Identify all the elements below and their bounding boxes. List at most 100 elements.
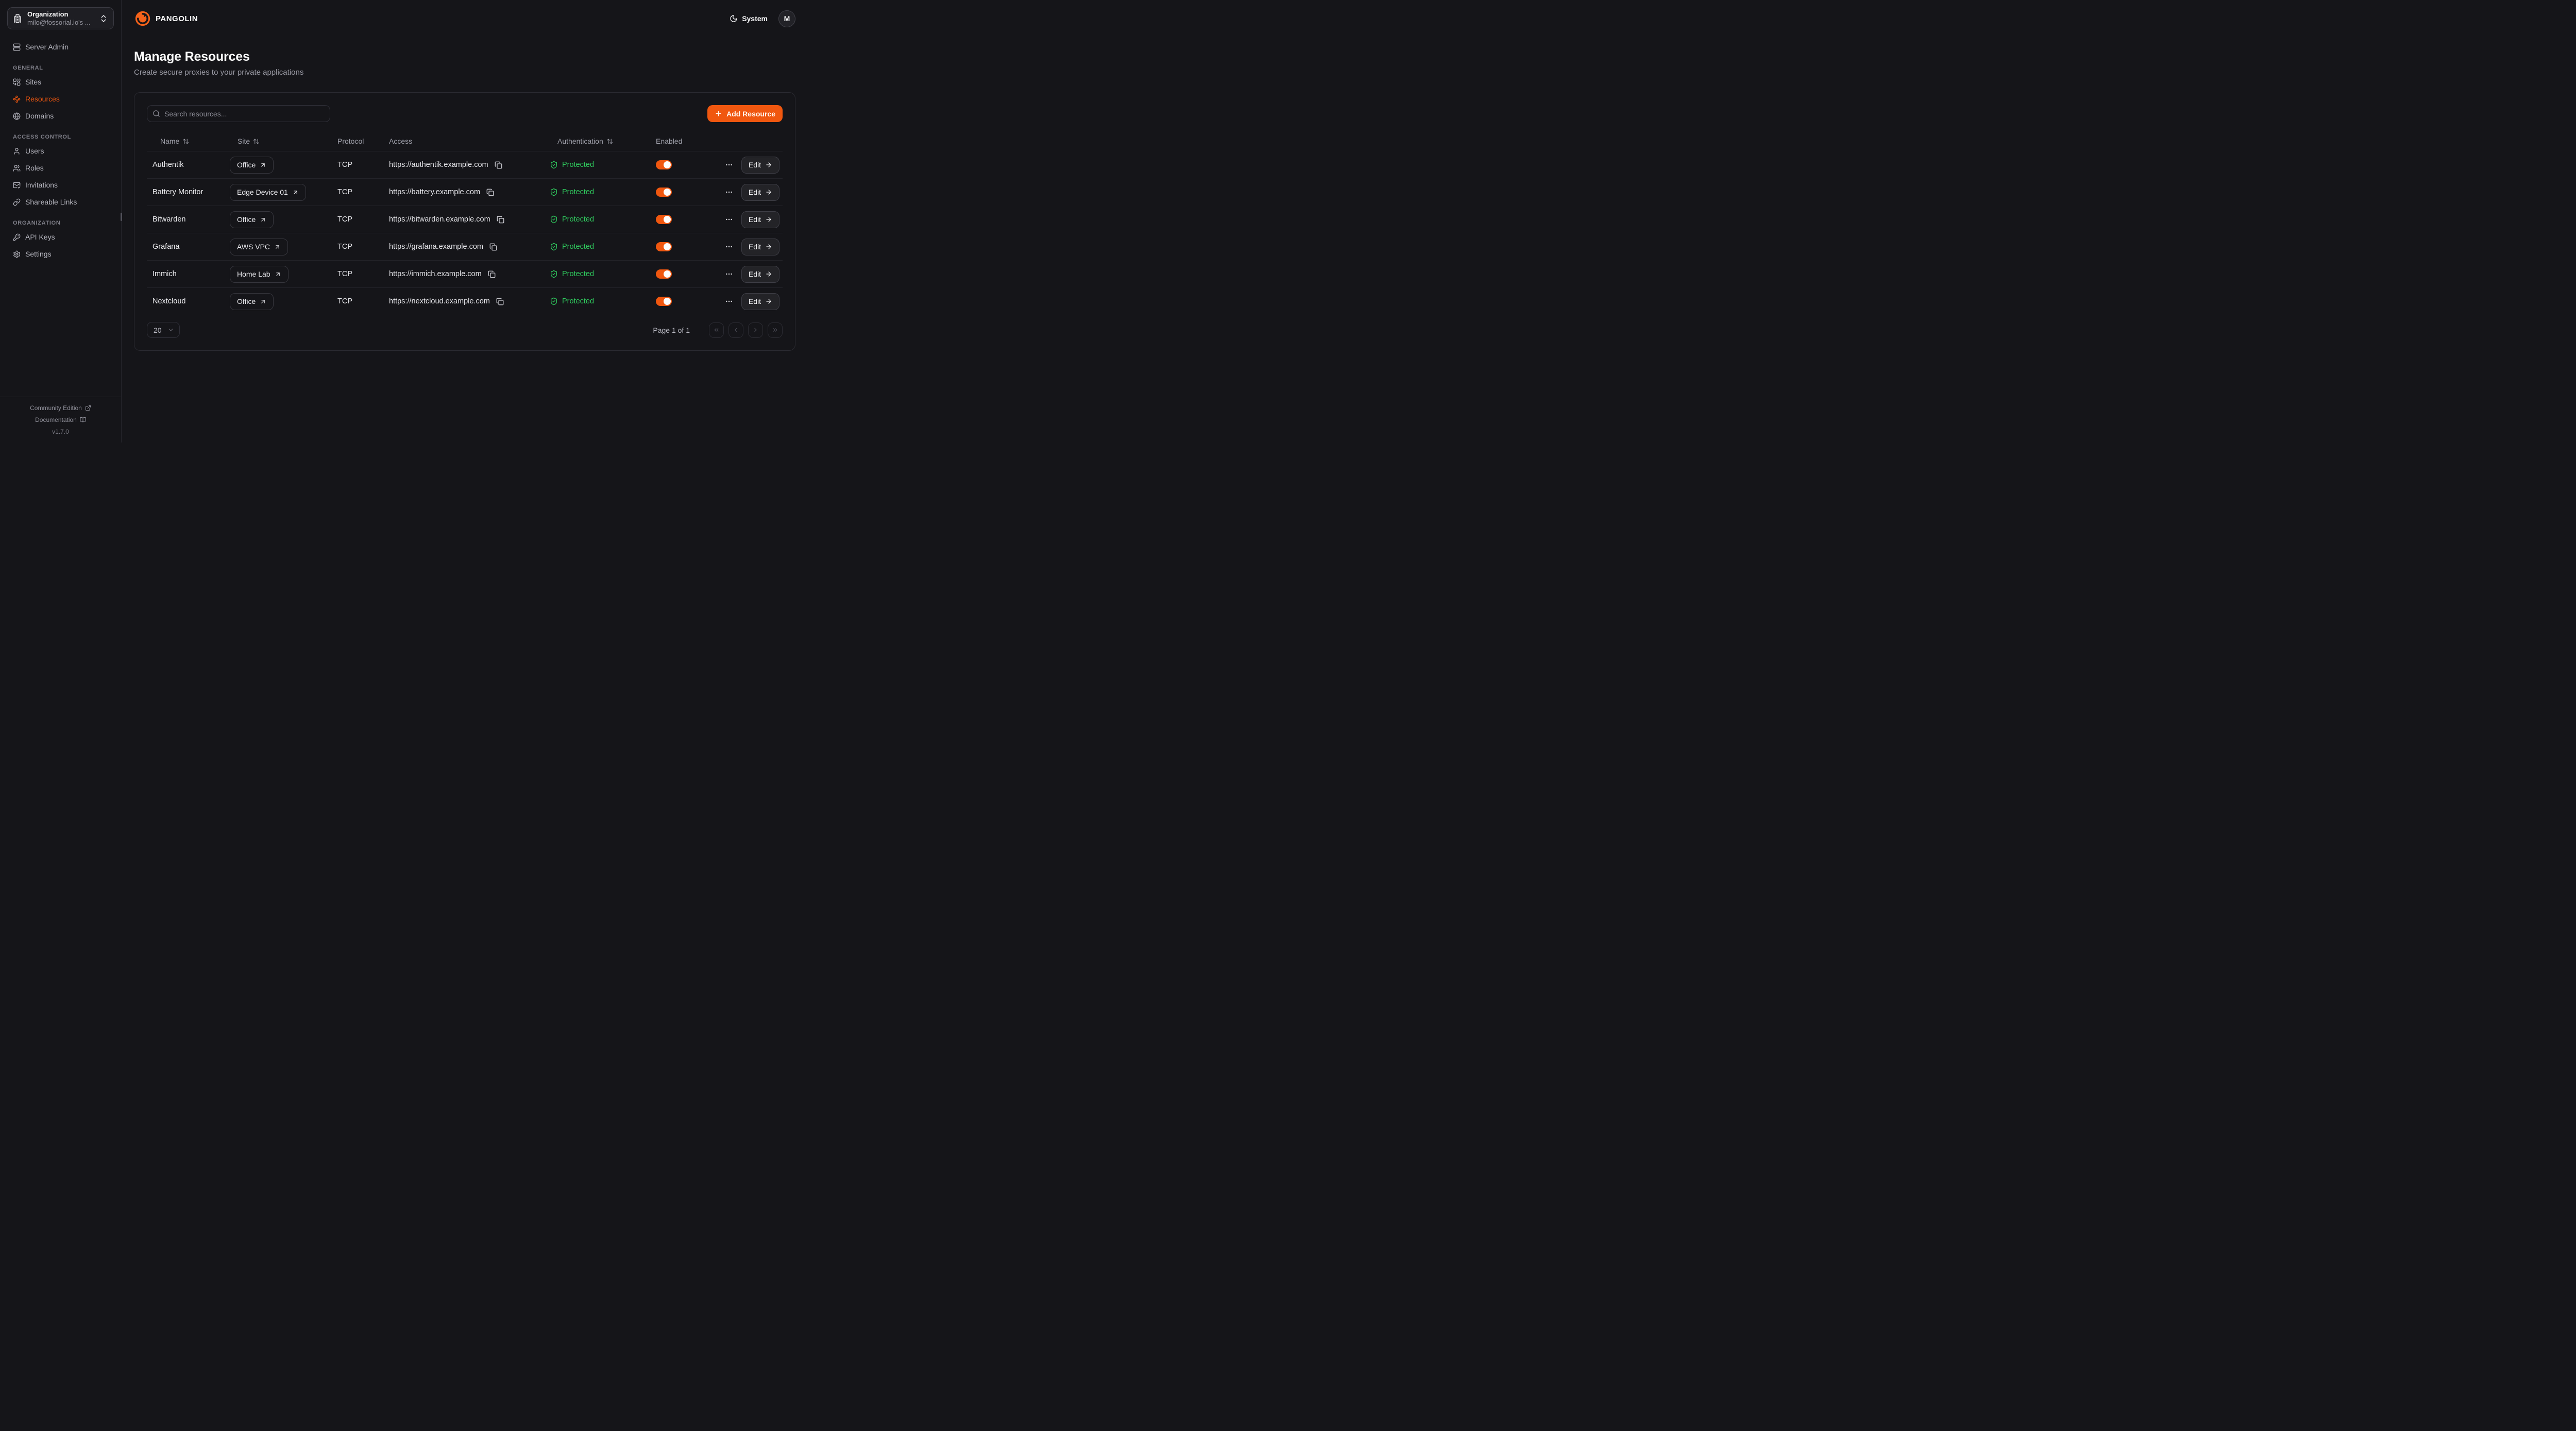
next-page-button[interactable] [748,322,763,338]
enabled-cell [650,188,717,197]
table-row-bitwarden: BitwardenOfficeTCPhttps://bitwarden.exam… [147,206,783,233]
enabled-toggle[interactable] [656,215,672,224]
copy-icon [489,243,497,251]
copy-url-button[interactable] [489,243,497,251]
access-cell: https://immich.example.com [383,270,544,278]
sidebar-item-domains[interactable]: Domains [7,109,114,123]
chevrons-left-icon [713,327,720,333]
copy-url-button[interactable] [496,298,504,305]
sidebar-item-sites[interactable]: Sites [7,75,114,89]
copy-url-button[interactable] [497,216,504,224]
arrow-up-right-icon [260,162,266,168]
version-label: v1.7.0 [0,425,121,437]
column-header-site[interactable]: Site [224,137,332,145]
edit-button[interactable]: Edit [741,238,779,255]
community-edition-link[interactable]: Community Edition [0,402,121,414]
table-header-row: NameSiteProtocolAccessAuthenticationEnab… [147,131,783,151]
site-link-edge-device-01[interactable]: Edge Device 01 [230,184,306,201]
ellipsis-icon [725,215,733,224]
sidebar-item-api-keys[interactable]: API Keys [7,230,114,244]
documentation-label: Documentation [35,416,77,423]
column-header-name[interactable]: Name [147,137,224,145]
enabled-toggle[interactable] [656,242,672,251]
page-subtitle: Create secure proxies to your private ap… [134,68,795,77]
authentication-status: Protected [544,215,650,224]
column-label: Access [389,137,412,145]
org-selector[interactable]: Organization milo@fossorial.io's ... [7,7,114,29]
theme-selector[interactable]: System [730,14,768,23]
row-menu-button[interactable] [725,188,733,196]
authentication-status: Protected [544,161,650,169]
access-url: https://nextcloud.example.com [389,297,490,305]
sidebar-item-roles[interactable]: Roles [7,161,114,175]
site-link-office[interactable]: Office [230,157,274,174]
enabled-toggle[interactable] [656,188,672,197]
previous-page-button[interactable] [728,322,743,338]
sidebar-nav: GENERALSitesResourcesDomainsACCESS CONTR… [7,65,114,261]
chevron-right-icon [752,327,759,333]
row-actions: Edit [717,211,783,228]
site-link-office[interactable]: Office [230,211,274,228]
add-resource-button[interactable]: Add Resource [707,105,783,122]
edit-button[interactable]: Edit [741,211,779,228]
row-menu-button[interactable] [725,297,733,305]
brand[interactable]: PANGOLIN [134,10,198,27]
site-link-home-lab[interactable]: Home Lab [230,266,289,283]
sidebar-item-users[interactable]: Users [7,144,114,158]
enabled-cell [650,242,717,251]
protocol-value: TCP [332,243,383,251]
row-menu-button[interactable] [725,270,733,278]
arrow-right-icon [765,216,772,223]
documentation-link[interactable]: Documentation [0,414,121,425]
site-cell: Edge Device 01 [224,184,332,201]
sidebar-item-label: Users [25,147,44,155]
edit-button[interactable]: Edit [741,293,779,310]
edit-button[interactable]: Edit [741,266,779,283]
row-menu-button[interactable] [725,243,733,251]
first-page-button[interactable] [709,322,724,338]
site-link-aws-vpc[interactable]: AWS VPC [230,238,288,255]
site-cell: Office [224,293,332,310]
avatar[interactable]: M [778,10,795,27]
page-indicator: Page 1 of 1 [653,326,690,334]
arrow-up-right-icon [275,271,281,278]
search-input[interactable] [164,110,325,118]
mail-check-icon [13,181,21,189]
site-label: Office [237,161,256,169]
chevrons-up-down-icon [99,14,108,23]
edit-button[interactable]: Edit [741,184,779,201]
row-actions: Edit [717,293,783,310]
sidebar-resize-handle[interactable] [121,213,122,221]
edit-button[interactable]: Edit [741,157,779,174]
protocol-value: TCP [332,297,383,305]
org-selector-label: Organization [27,10,94,19]
page-size-select[interactable]: 20 [147,322,180,338]
copy-url-button[interactable] [486,189,494,196]
edit-label: Edit [749,270,761,278]
enabled-toggle[interactable] [656,297,672,306]
sidebar-item-server-admin[interactable]: Server Admin [7,40,114,54]
column-label: Protocol [337,137,364,145]
copy-url-button[interactable] [488,270,496,278]
sidebar-item-resources[interactable]: Resources [7,92,114,106]
pangolin-logo [134,10,151,27]
sidebar-item-shareable-links[interactable]: Shareable Links [7,195,114,209]
edit-label: Edit [749,188,761,196]
authentication-label: Protected [562,215,594,224]
ellipsis-icon [725,188,733,196]
column-header-authentication[interactable]: Authentication [544,137,650,145]
resource-name: Battery Monitor [147,188,224,196]
sidebar-item-settings[interactable]: Settings [7,247,114,261]
sidebar-item-invitations[interactable]: Invitations [7,178,114,192]
sidebar-item-label: Shareable Links [25,198,77,206]
site-label: Home Lab [237,270,270,278]
enabled-toggle[interactable] [656,160,672,169]
site-link-office[interactable]: Office [230,293,274,310]
toolbar: Add Resource [147,105,783,122]
enabled-toggle[interactable] [656,269,672,279]
row-menu-button[interactable] [725,161,733,169]
copy-url-button[interactable] [495,161,502,169]
row-menu-button[interactable] [725,215,733,224]
resource-name: Immich [147,270,224,278]
last-page-button[interactable] [768,322,783,338]
